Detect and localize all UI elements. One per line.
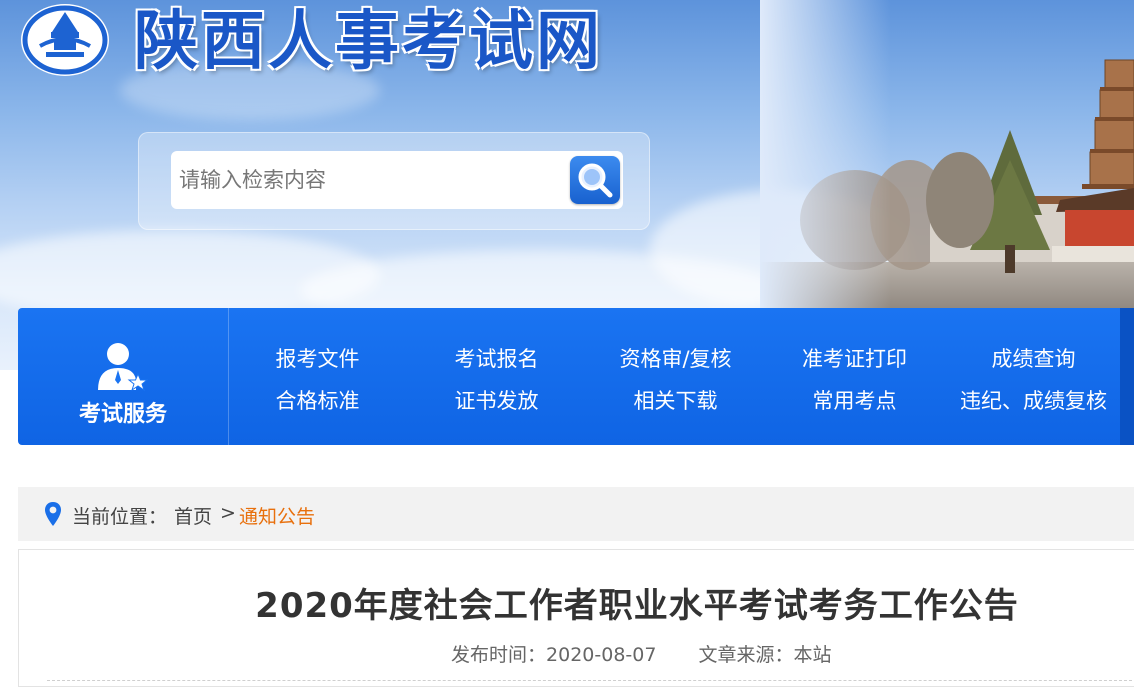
breadcrumb-prefix: 当前位置：	[72, 506, 168, 528]
source-value: 本站	[793, 644, 832, 666]
search-input[interactable]	[171, 151, 566, 209]
publish-label: 发布时间：	[451, 644, 547, 666]
nav-item-common-exam-sites[interactable]: 常用考点	[765, 385, 944, 415]
service-nav-bar: 考试服务 报考文件 考试报名 资格审/复核 准考证打印 成绩查询 合格标准 证书…	[18, 308, 1134, 445]
nav-item-exam-registration[interactable]: 考试报名	[407, 343, 586, 373]
site-title: 陕西人事考试网	[134, 5, 603, 79]
breadcrumb-home-link[interactable]: 首页	[174, 502, 212, 529]
breadcrumb-current-link[interactable]: 通知公告	[239, 502, 315, 529]
article-divider	[47, 680, 1134, 681]
search-panel	[138, 132, 650, 230]
nav-edge-shade	[1120, 308, 1134, 445]
nav-item-downloads[interactable]: 相关下载	[586, 385, 765, 415]
nav-item-admission-ticket-print[interactable]: 准考证打印	[765, 343, 944, 373]
pagoda-scene-image	[760, 0, 1134, 310]
exam-service-entry[interactable]: 考试服务	[18, 308, 229, 445]
nav-item-passing-standard[interactable]: 合格标准	[228, 385, 407, 415]
source-label: 文章来源：	[698, 644, 794, 666]
nav-item-application-docs[interactable]: 报考文件	[228, 343, 407, 373]
nav-item-certificate-issuance[interactable]: 证书发放	[407, 385, 586, 415]
article-meta: 发布时间：2020-08-07 文章来源：本站	[451, 640, 832, 667]
search-button[interactable]	[570, 156, 620, 204]
breadcrumb: 当前位置： 首页 > 通知公告	[18, 487, 1134, 541]
person-star-icon	[98, 343, 149, 392]
breadcrumb-separator: >	[220, 502, 236, 524]
article-container: 2020年度社会工作者职业水平考试考务工作公告 发布时间：2020-08-07 …	[18, 549, 1134, 687]
nav-item-violation-score-review[interactable]: 违纪、成绩复核	[944, 385, 1123, 415]
magnifier-icon	[578, 163, 613, 198]
nav-item-qualification-review[interactable]: 资格审/复核	[586, 343, 765, 373]
site-logo	[21, 4, 109, 76]
nav-item-score-query[interactable]: 成绩查询	[944, 343, 1123, 373]
publish-date: 2020-08-07	[546, 644, 657, 666]
nav-links: 报考文件 考试报名 资格审/复核 准考证打印 成绩查询 合格标准 证书发放 相关…	[228, 308, 1124, 445]
exam-service-label: 考试服务	[78, 402, 167, 427]
article-title: 2020年度社会工作者职业水平考试考务工作公告	[255, 586, 1019, 626]
location-pin-icon	[45, 502, 61, 526]
